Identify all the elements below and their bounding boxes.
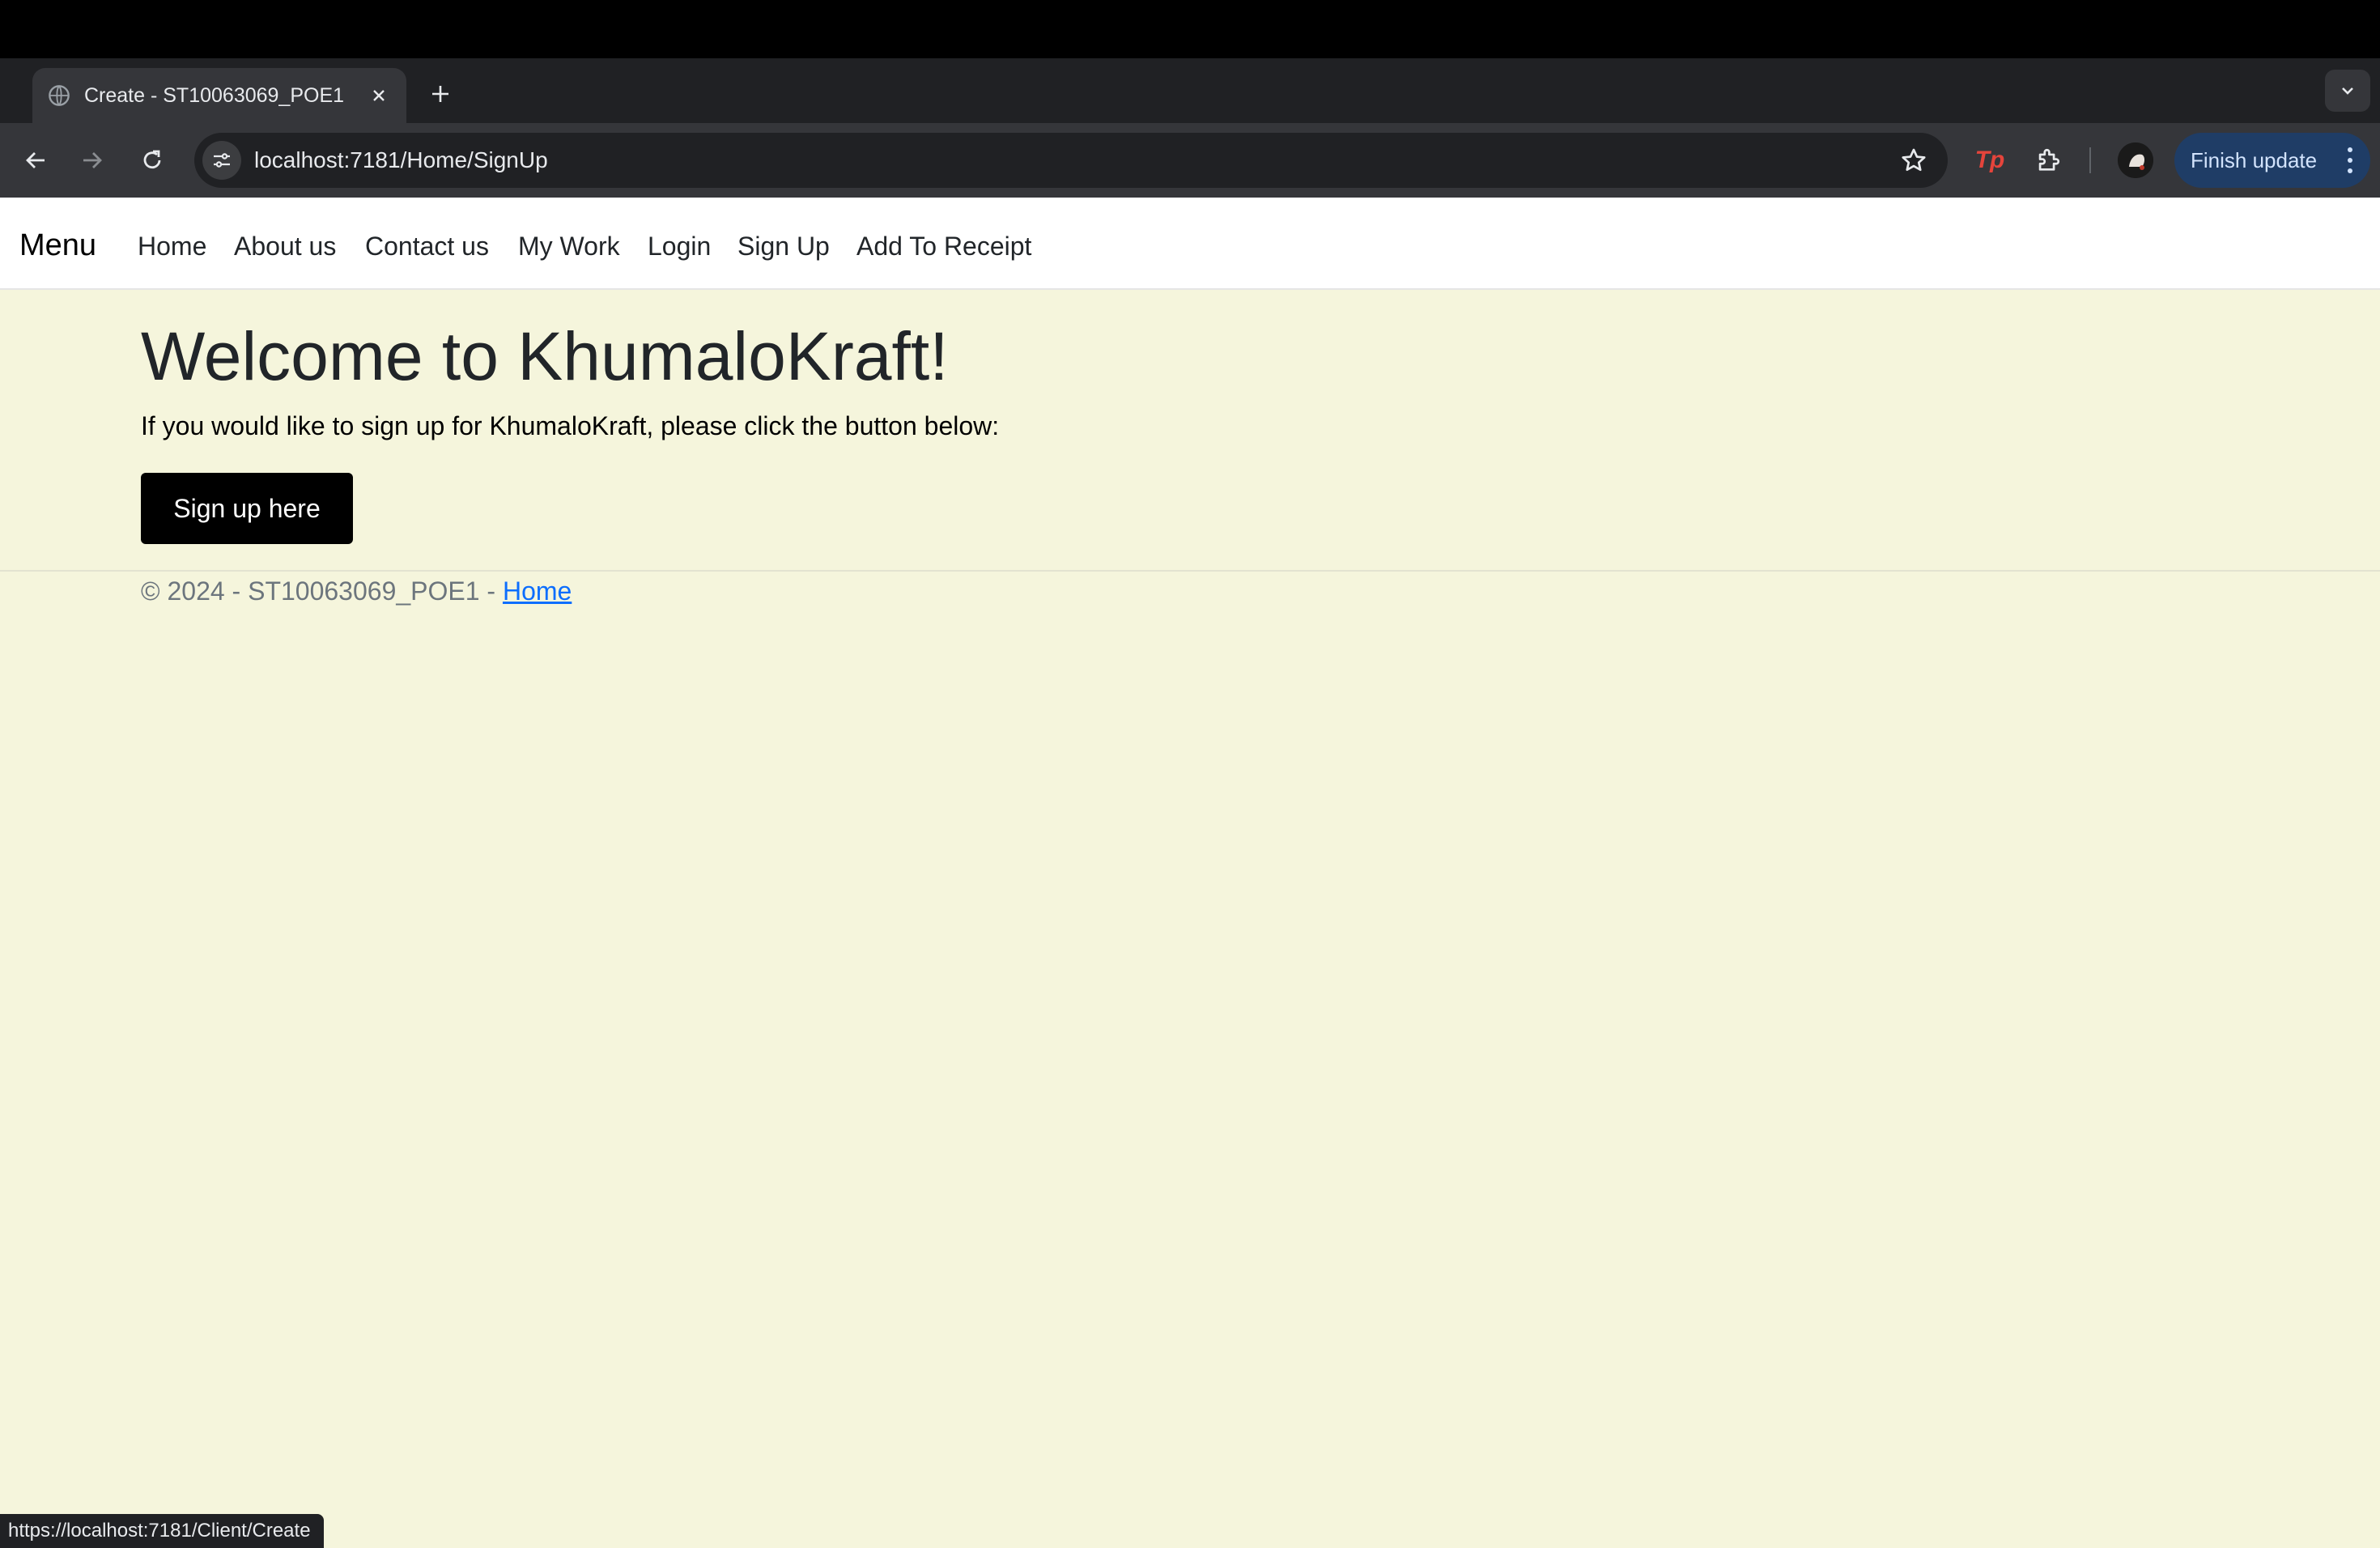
site-navbar: Menu Home About us Contact us My Work Lo… (0, 198, 2380, 290)
sign-up-here-button[interactable]: Sign up here (141, 473, 353, 544)
nav-link-home[interactable]: Home (138, 232, 206, 262)
extensions-puzzle-icon[interactable] (2030, 142, 2066, 178)
tab-strip: Create - ST10063069_POE1 (0, 58, 2380, 123)
finish-update-button[interactable]: Finish update (2174, 133, 2370, 188)
nav-link-sign-up[interactable]: Sign Up (737, 232, 830, 262)
link-status-bar: https://localhost:7181/Client/Create (0, 1514, 324, 1548)
footer-copyright: © 2024 - ST10063069_POE1 - (141, 576, 503, 606)
new-tab-icon[interactable] (423, 76, 458, 112)
bookmark-star-icon[interactable] (1899, 146, 1928, 175)
address-bar[interactable]: localhost:7181/Home/SignUp (194, 133, 1948, 188)
nav-link-my-work[interactable]: My Work (518, 232, 620, 262)
profile-avatar[interactable] (2118, 142, 2153, 178)
tab-search-chevron-down-icon[interactable] (2325, 70, 2370, 112)
tp-extension-label: Tp (1974, 147, 2005, 173)
footer-text: © 2024 - ST10063069_POE1 - Home (141, 576, 572, 606)
toolbar-divider (2089, 147, 2091, 173)
url-text: localhost:7181/Home/SignUp (254, 147, 548, 172)
nav-link-login[interactable]: Login (648, 232, 711, 262)
main-content: Welcome to KhumaloKraft! If you would li… (0, 290, 2380, 570)
nav-link-about[interactable]: About us (234, 232, 336, 262)
page-footer: © 2024 - ST10063069_POE1 - Home (0, 570, 2380, 1548)
status-url: https://localhost:7181/Client/Create (8, 1520, 311, 1542)
tp-extension-icon[interactable]: Tp (1972, 142, 2008, 178)
navbar-brand[interactable]: Menu (19, 228, 96, 263)
reload-icon[interactable] (133, 141, 172, 180)
forward-arrow-icon[interactable] (73, 141, 112, 180)
page-title: Welcome to KhumaloKraft! (141, 318, 949, 394)
close-tab-icon[interactable] (366, 83, 392, 108)
back-arrow-icon[interactable] (16, 141, 55, 180)
nav-link-contact[interactable]: Contact us (365, 232, 489, 262)
footer-home-link[interactable]: Home (503, 576, 572, 606)
browser-toolbar: localhost:7181/Home/SignUp Tp Finish upd… (0, 123, 2380, 198)
intro-text: If you would like to sign up for Khumalo… (141, 411, 1000, 440)
more-options-icon[interactable] (2346, 147, 2354, 173)
tab-title: Create - ST10063069_POE1 (84, 83, 345, 107)
os-menu-bar (0, 0, 2380, 58)
tab-active[interactable]: Create - ST10063069_POE1 (32, 68, 406, 123)
site-settings-icon[interactable] (202, 141, 241, 180)
nav-link-add-to-receipt[interactable]: Add To Receipt (856, 232, 1031, 262)
globe-icon (47, 83, 71, 108)
finish-update-label: Finish update (2191, 147, 2318, 172)
